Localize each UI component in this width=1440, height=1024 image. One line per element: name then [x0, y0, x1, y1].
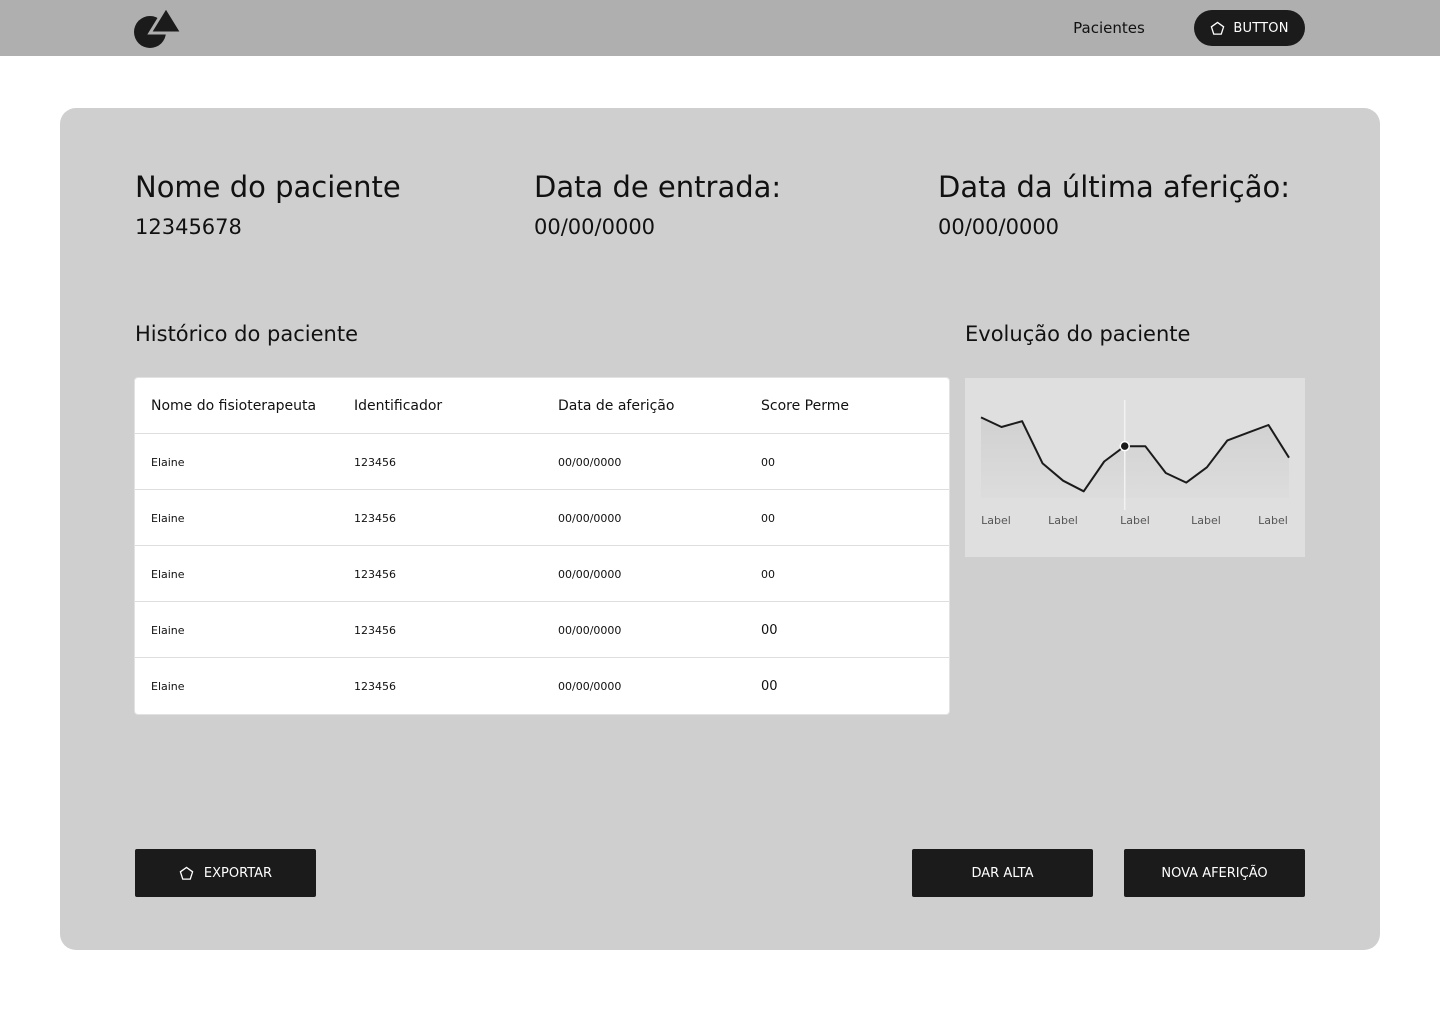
table-header-row: Nome do fisioterapeuta Identificador Dat…	[135, 378, 949, 434]
logo-icon[interactable]	[134, 5, 184, 49]
score-cell: 00	[761, 622, 778, 638]
export-button-label: EXPORTAR	[203, 865, 273, 881]
top-action-button[interactable]: BUTTON	[1194, 10, 1305, 46]
identifier-cell: 123456	[354, 623, 396, 637]
entry-date-block: Data de entrada: 00/00/0000	[534, 170, 781, 240]
table-row[interactable]: Elaine 123456 00/00/0000 00	[135, 602, 949, 658]
nav-link-pacientes[interactable]: Pacientes	[1062, 16, 1156, 40]
table-row[interactable]: Elaine 123456 00/00/0000 00	[135, 546, 949, 602]
therapist-cell: Elaine	[151, 455, 185, 469]
top-action-button-label: BUTTON	[1233, 20, 1289, 36]
column-header-therapist: Nome do fisioterapeuta	[151, 398, 317, 414]
table-row[interactable]: Elaine 123456 00/00/0000 00	[135, 490, 949, 546]
discharge-button-label: DAR ALTA	[971, 865, 1034, 881]
entry-date-value: 00/00/0000	[534, 215, 656, 239]
chart-highlight-point[interactable]	[1119, 440, 1130, 452]
score-cell: 00	[761, 567, 775, 581]
pentagon-icon	[1211, 21, 1225, 35]
last-measure-title: Data da última aferição:	[938, 170, 1290, 204]
table-row[interactable]: Elaine 123456 00/00/0000 00	[135, 434, 949, 490]
patient-id-value: 12345678	[135, 215, 242, 239]
patient-name-title: Nome do paciente	[135, 170, 401, 204]
export-button[interactable]: EXPORTAR	[135, 849, 316, 897]
evolution-title: Evolução do paciente	[965, 322, 1191, 346]
chart-x-tick-label: Label	[1191, 514, 1221, 527]
column-header-score: Score Perme	[761, 398, 849, 414]
last-measure-block: Data da última aferição: 00/00/0000	[938, 170, 1290, 240]
chart-x-tick-label: Label	[1048, 514, 1078, 527]
chart-x-tick-label: Label	[981, 514, 1011, 527]
pentagon-icon	[179, 866, 194, 880]
therapist-cell: Elaine	[151, 567, 185, 581]
date-cell: 00/00/0000	[558, 623, 622, 637]
evolution-chart-plot	[980, 400, 1290, 510]
chart-x-tick-label: Label	[1258, 514, 1288, 527]
table-row[interactable]: Elaine 123456 00/00/0000 00	[135, 658, 949, 714]
therapist-cell: Elaine	[151, 679, 185, 693]
column-header-date: Data de aferição	[558, 398, 675, 414]
patient-name-block: Nome do paciente 12345678	[135, 170, 401, 240]
history-title: Histórico do paciente	[135, 322, 359, 346]
identifier-cell: 123456	[354, 567, 396, 581]
date-cell: 00/00/0000	[558, 455, 622, 469]
score-cell: 00	[761, 511, 775, 525]
score-cell: 00	[761, 678, 778, 694]
date-cell: 00/00/0000	[558, 679, 622, 693]
new-measurement-button-label: NOVA AFERIÇÃO	[1161, 865, 1268, 881]
identifier-cell: 123456	[354, 511, 396, 525]
score-cell: 00	[761, 455, 775, 469]
chart-x-tick-label: Label	[1120, 514, 1150, 527]
entry-date-title: Data de entrada:	[534, 170, 782, 204]
date-cell: 00/00/0000	[558, 567, 622, 581]
identifier-cell: 123456	[354, 455, 396, 469]
history-table: Nome do fisioterapeuta Identificador Dat…	[134, 377, 950, 715]
date-cell: 00/00/0000	[558, 511, 622, 525]
identifier-cell: 123456	[354, 679, 396, 693]
column-header-identifier: Identificador	[354, 398, 443, 414]
top-navigation-bar: Pacientes BUTTON	[0, 0, 1440, 56]
therapist-cell: Elaine	[151, 511, 185, 525]
last-measure-value: 00/00/0000	[938, 215, 1060, 239]
patient-card: Nome do paciente 12345678 Data de entrad…	[60, 108, 1380, 950]
therapist-cell: Elaine	[151, 623, 185, 637]
evolution-chart[interactable]: Label Label Label Label Label	[965, 378, 1305, 557]
discharge-button[interactable]: DAR ALTA	[912, 849, 1093, 897]
new-measurement-button[interactable]: NOVA AFERIÇÃO	[1124, 849, 1305, 897]
